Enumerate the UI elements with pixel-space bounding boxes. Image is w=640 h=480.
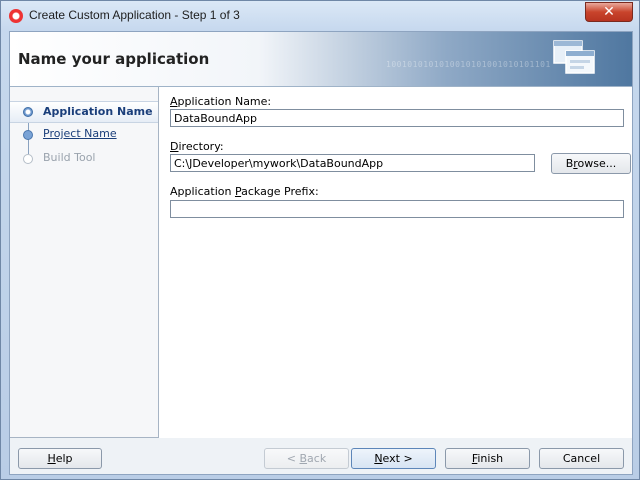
package-prefix-input[interactable]: [170, 200, 624, 218]
step-label: Build Tool: [43, 151, 96, 164]
wizard-windows-icon: [553, 40, 595, 74]
step-application-name[interactable]: Application Name: [10, 101, 158, 123]
step-project-name[interactable]: Project Name: [10, 124, 158, 144]
wizard-steps-panel: Application Name Project Name Build Tool: [10, 87, 159, 438]
help-button[interactable]: Help: [18, 448, 102, 469]
finish-button[interactable]: Finish: [445, 448, 530, 469]
back-button[interactable]: < Back: [264, 448, 349, 469]
step-marker-icon: [23, 130, 33, 140]
header-decoration-text: 1001010101010010101001010101101: [386, 60, 551, 69]
browse-button[interactable]: Browse...: [551, 153, 631, 174]
button-bar: Help < Back Next > Finish Cancel: [10, 438, 632, 474]
step-label: Application Name: [43, 105, 153, 118]
close-icon: ✕: [603, 4, 615, 20]
package-prefix-label: Application Package Prefix:: [170, 185, 319, 198]
application-name-input[interactable]: [170, 109, 624, 127]
application-name-label: Application Name:: [170, 95, 272, 108]
wizard-header: Name your application 100101010101001010…: [10, 32, 632, 87]
cancel-button[interactable]: Cancel: [539, 448, 624, 469]
step-pending-marker-icon: [23, 154, 33, 164]
window-title: Create Custom Application - Step 1 of 3: [29, 8, 240, 22]
page-title: Name your application: [18, 50, 210, 68]
directory-input[interactable]: [170, 154, 535, 172]
next-button[interactable]: Next >: [351, 448, 436, 469]
step-current-marker-icon: [23, 107, 33, 117]
close-button[interactable]: ✕: [585, 2, 633, 22]
directory-label: Directory:: [170, 140, 224, 153]
form-area: Application Name: Directory: Browse... A…: [160, 87, 632, 437]
step-label: Project Name: [43, 127, 117, 140]
step-build-tool: Build Tool: [10, 148, 158, 168]
title-bar[interactable]: Create Custom Application - Step 1 of 3 …: [1, 1, 639, 31]
app-icon: [9, 9, 23, 23]
dialog-client: Name your application 100101010101001010…: [9, 31, 633, 475]
dialog-window: Create Custom Application - Step 1 of 3 …: [0, 0, 640, 480]
